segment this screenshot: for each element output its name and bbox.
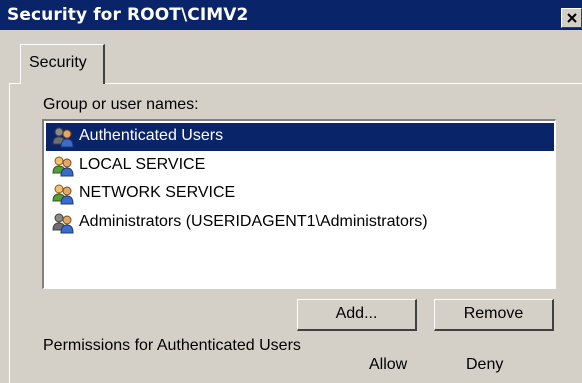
add-button[interactable]: Add... xyxy=(297,299,417,331)
tab-label: Security xyxy=(29,54,87,71)
list-item[interactable]: Authenticated Users xyxy=(46,123,554,151)
deny-column-header: Deny xyxy=(466,356,504,373)
remove-button[interactable]: Remove xyxy=(434,299,554,331)
users-group-icon xyxy=(52,126,76,148)
list-item[interactable]: NETWORK SERVICE xyxy=(52,180,554,208)
close-button[interactable] xyxy=(561,8,582,28)
users-group-icon xyxy=(52,212,76,234)
list-item[interactable]: Administrators (USERIDAGENT1\Administrat… xyxy=(52,209,554,237)
list-item-label: Administrators (USERIDAGENT1\Administrat… xyxy=(79,213,428,230)
list-item[interactable]: LOCAL SERVICE xyxy=(52,152,554,180)
title-bar[interactable]: Security for ROOT\CIMV2 xyxy=(0,0,582,30)
group-user-listbox[interactable]: Authenticated Users LOCAL SERVICE NETWOR… xyxy=(42,119,556,289)
list-item-label: NETWORK SERVICE xyxy=(79,184,236,201)
users-group-icon xyxy=(52,183,76,205)
users-group-icon xyxy=(52,155,76,177)
permissions-label: Permissions for Authenticated Users xyxy=(43,337,301,354)
list-item-label: Authenticated Users xyxy=(79,127,224,144)
group-list-label: Group or user names: xyxy=(43,96,199,113)
tab-security[interactable]: Security xyxy=(20,44,105,84)
allow-column-header: Allow xyxy=(369,356,408,373)
close-icon xyxy=(567,13,577,23)
list-item-label: LOCAL SERVICE xyxy=(79,156,206,173)
window-title: Security for ROOT\CIMV2 xyxy=(7,5,249,25)
